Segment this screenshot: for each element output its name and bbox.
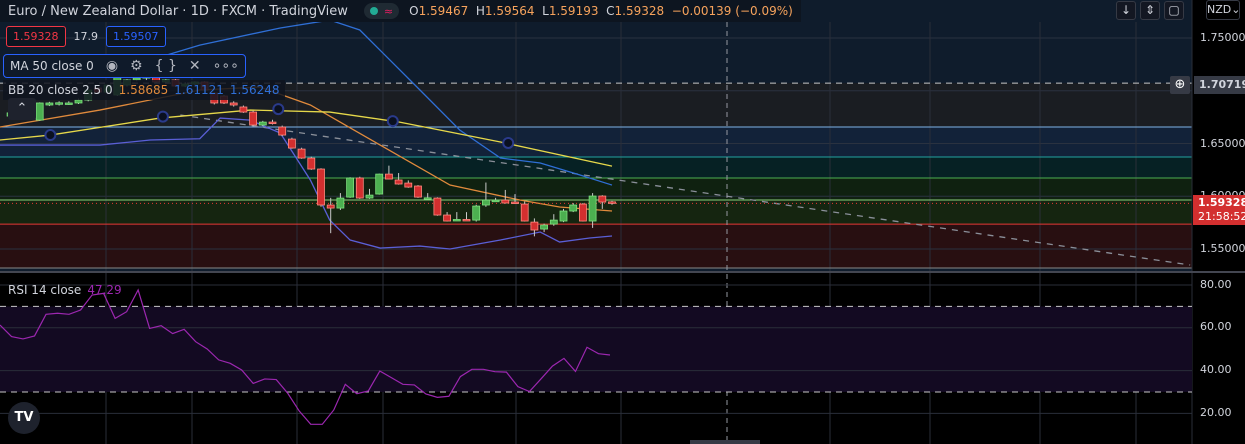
rsi-band-bg	[0, 306, 1192, 392]
candle-body	[384, 173, 393, 180]
spread-value: 17.9	[73, 30, 99, 43]
candle-body	[608, 201, 616, 204]
ma-legend-label: MA 50 close 0	[10, 59, 94, 73]
bb-upper-value: 1.61121	[174, 83, 224, 97]
market-status[interactable]: ≈	[363, 3, 400, 19]
candle-body	[423, 197, 432, 200]
price-tick: 1.65000	[1200, 137, 1245, 150]
candle-body	[35, 102, 44, 121]
candle-body	[287, 138, 296, 149]
eye-icon[interactable]: ◉	[106, 58, 118, 74]
signal-marker	[386, 115, 399, 128]
candle-body	[317, 168, 325, 206]
candle-body	[452, 219, 461, 222]
bb-lower-value: 1.56248	[229, 83, 280, 97]
candle-body	[297, 148, 306, 159]
fib-zone	[0, 127, 1192, 158]
rsi-tick: 40.00	[1200, 363, 1232, 376]
candle-body	[511, 201, 519, 204]
candle-body	[530, 221, 539, 231]
add-alert-plus-icon[interactable]: ⊕	[1170, 76, 1190, 94]
source-code-icon[interactable]: { }	[155, 58, 177, 74]
candle-body	[569, 204, 578, 212]
candle-body	[55, 102, 63, 105]
candle-body	[249, 111, 258, 126]
data-delay-icon: ≈	[383, 4, 394, 18]
candle-body	[598, 195, 607, 203]
rsi-tick: 80.00	[1200, 278, 1232, 291]
candle-body	[588, 195, 597, 222]
buy-button[interactable]: 1.59507	[106, 26, 166, 47]
signal-marker	[272, 103, 285, 116]
fib-zone	[0, 157, 1192, 178]
candle-body	[45, 102, 54, 106]
rsi-tick: 60.00	[1200, 320, 1232, 333]
tradingview-logo-icon[interactable]: TV	[8, 402, 40, 434]
chart-header: Euro / New Zealand Dollar · 1D · FXCM · …	[0, 0, 801, 22]
candle-body	[520, 203, 529, 222]
currency-select[interactable]: NZD⌄	[1206, 0, 1240, 20]
rsi-tick: 20.00	[1200, 406, 1232, 419]
collapse-pane-icon[interactable]: ⇕	[1140, 1, 1160, 20]
move-down-icon[interactable]: ↓	[1116, 1, 1136, 20]
candle-body	[472, 205, 481, 221]
pane-toolbar: ↓ ⇕ ▢	[1116, 1, 1184, 20]
maximize-pane-icon[interactable]: ▢	[1164, 1, 1184, 20]
signal-marker	[502, 136, 515, 149]
candle-body	[501, 199, 510, 204]
candle-body	[278, 126, 287, 136]
candle-body	[443, 214, 452, 222]
more-icon[interactable]: ∘∘∘	[213, 58, 239, 74]
rsi-value: 47.29	[87, 283, 122, 297]
gear-icon[interactable]: ⚙	[130, 58, 143, 74]
candle-body	[229, 102, 238, 106]
quote-panel: 1.59328 17.9 1.59507	[6, 26, 166, 47]
candle-body	[433, 197, 442, 216]
rsi-legend[interactable]: RSI 14 close 47.29	[8, 283, 122, 297]
candle-body	[540, 224, 548, 230]
price-tick: 1.55000	[1200, 242, 1245, 255]
price-tick: 1.75000	[1200, 31, 1245, 44]
candle-body	[326, 204, 335, 209]
candle-body	[579, 203, 587, 222]
candle-body	[414, 185, 422, 198]
candle-body	[258, 121, 267, 126]
rsi-legend-label: RSI 14 close	[8, 283, 82, 297]
candle-body	[481, 199, 490, 206]
candle-body	[462, 219, 471, 222]
candle-body	[375, 173, 384, 195]
candle-body	[394, 179, 403, 185]
candle-body	[268, 121, 277, 124]
ma-legend[interactable]: MA 50 close 0 ◉ ⚙ { } ✕ ∘∘∘	[3, 54, 246, 78]
candle-body	[336, 197, 345, 209]
bb-legend[interactable]: BB 20 close 2.5 0 1.58685 1.61121 1.5624…	[3, 80, 285, 100]
close-icon[interactable]: ✕	[189, 58, 201, 74]
signal-marker	[156, 110, 169, 123]
candle-body	[239, 106, 248, 113]
candle-body	[559, 210, 568, 222]
bb-basis-value: 1.58685	[118, 83, 169, 97]
bar-countdown: 21:58:52	[1198, 210, 1245, 223]
candle-body	[307, 157, 316, 170]
ohlc-readout: O1.59467 H1.59564 L1.59193 C1.59328 −0.0…	[409, 4, 793, 18]
candle-body	[64, 102, 73, 105]
market-open-icon	[369, 7, 378, 15]
candle-body	[549, 219, 558, 225]
symbol-title[interactable]: Euro / New Zealand Dollar · 1D · FXCM · …	[8, 4, 348, 19]
candle-body	[491, 199, 500, 203]
signal-marker	[44, 129, 57, 142]
last-price-label: 1.59328 21:58:52	[1193, 195, 1245, 225]
fib-zone	[0, 224, 1192, 268]
collapse-legend-button[interactable]: ⌃	[8, 98, 36, 120]
bb-legend-label: BB 20 close 2.5 0	[8, 83, 113, 97]
candle-body	[365, 194, 374, 199]
candle-body	[404, 182, 413, 188]
price-change: −0.00139 (−0.09%)	[671, 4, 793, 18]
time-scrollbar[interactable]	[690, 440, 760, 444]
candle-body	[346, 177, 355, 198]
candle-body	[74, 99, 83, 104]
crosshair-price-label: 1.70719	[1194, 76, 1245, 94]
sell-button[interactable]: 1.59328	[6, 26, 66, 47]
candle-body	[355, 177, 364, 199]
